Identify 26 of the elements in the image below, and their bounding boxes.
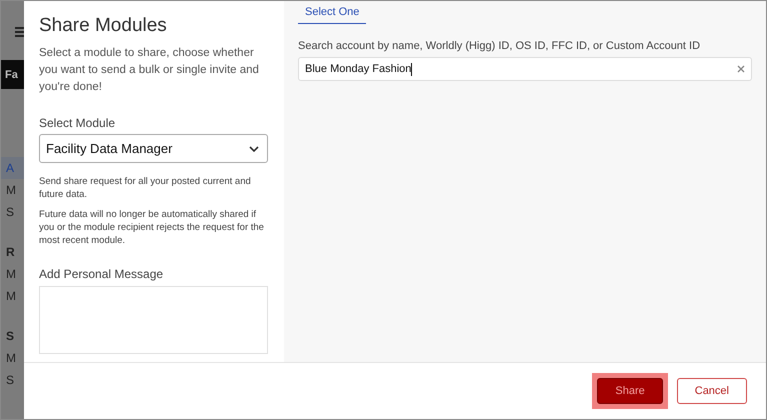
sidebar-item[interactable]: M	[1, 263, 24, 285]
sidebar-item[interactable]: M	[1, 285, 24, 307]
cancel-button[interactable]: Cancel	[676, 378, 747, 404]
sidebar-item[interactable]: S	[1, 325, 24, 347]
sidebar-item[interactable]: M	[1, 347, 24, 369]
dialog-description: Select a module to share, choose whether you want to send a bulk or single invite and you're done!	[39, 46, 260, 95]
tab[interactable]: Select One	[298, 1, 366, 24]
header-bar: Fa	[1, 60, 24, 89]
note-text: Send share request for all your posted current and future data.	[39, 175, 252, 201]
field-label: Select Module	[39, 116, 116, 130]
message-field[interactable]	[39, 286, 268, 354]
menu-icon[interactable]	[15, 27, 24, 37]
close-icon[interactable]	[737, 65, 745, 73]
note-text: Future data will no longer be automatically shared if you or the module recipient rejects the request for the most recent module.	[39, 208, 265, 247]
sidebar-item[interactable]: S	[1, 201, 24, 223]
field-label: Add Personal Message	[39, 267, 164, 281]
share-button[interactable]: Share	[597, 378, 663, 404]
sidebar-item[interactable]: S	[1, 369, 24, 391]
sidebar-item[interactable]: M	[1, 179, 24, 201]
chevron-down-icon	[249, 146, 259, 152]
sidebar-item[interactable]: R	[1, 241, 24, 263]
sidebar-item[interactable]: A	[1, 157, 24, 179]
field-label: Search account by name, Worldly (Higg) ID, OS ID, FFC ID, or Custom Account ID	[298, 40, 702, 52]
search-field[interactable]: Blue Monday Fashion	[298, 57, 752, 81]
module-select[interactable]: Facility Data Manager	[39, 134, 268, 163]
dialog-title: Share Modules	[39, 15, 168, 37]
